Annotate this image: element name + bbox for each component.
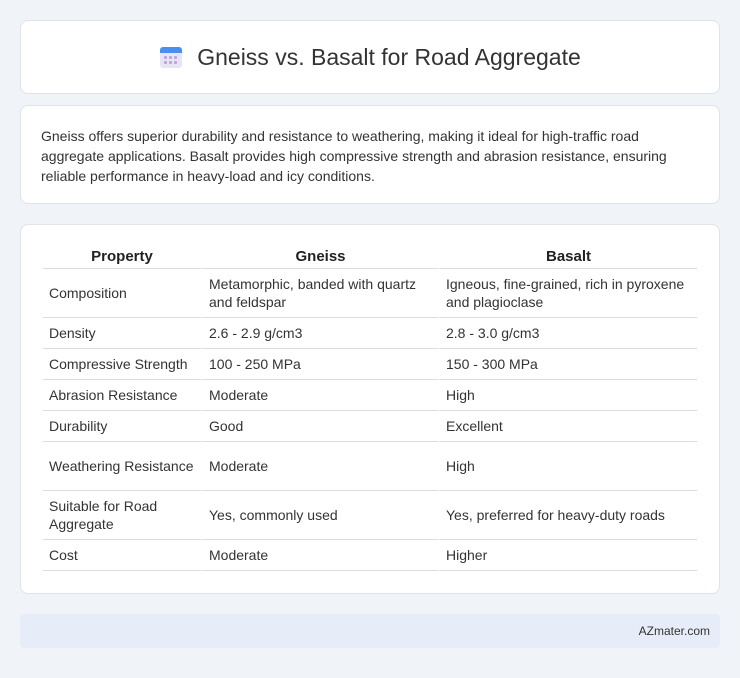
table-row: Durability Good Excellent	[43, 411, 697, 442]
basalt-cell: 150 - 300 MPa	[438, 349, 697, 380]
gneiss-cell: 2.6 - 2.9 g/cm3	[201, 318, 438, 349]
footer-brand: AZmater.com	[638, 624, 710, 638]
column-header: Property	[43, 243, 201, 269]
basalt-cell: Excellent	[438, 411, 697, 442]
gneiss-cell: 100 - 250 MPa	[201, 349, 438, 380]
gneiss-cell: Moderate	[201, 442, 438, 491]
table-header-row: Property Gneiss Basalt	[43, 243, 697, 269]
column-header: Basalt	[438, 243, 697, 269]
column-header: Gneiss	[201, 243, 438, 269]
basalt-cell: Higher	[438, 540, 697, 571]
comparison-card: Property Gneiss Basalt Composition Metam…	[20, 224, 720, 594]
title-card: Gneiss vs. Basalt for Road Aggregate	[20, 20, 720, 94]
footer: AZmater.com	[20, 614, 720, 648]
property-cell: Composition	[43, 269, 201, 318]
property-cell: Density	[43, 318, 201, 349]
basalt-cell: High	[438, 380, 697, 411]
table-row: Compressive Strength 100 - 250 MPa 150 -…	[43, 349, 697, 380]
property-cell: Cost	[43, 540, 201, 571]
gneiss-cell: Good	[201, 411, 438, 442]
gneiss-cell: Moderate	[201, 380, 438, 411]
basalt-cell: Yes, preferred for heavy-duty roads	[438, 491, 697, 540]
gneiss-cell: Yes, commonly used	[201, 491, 438, 540]
table-row: Suitable for Road Aggregate Yes, commonl…	[43, 491, 697, 540]
gneiss-cell: Moderate	[201, 540, 438, 571]
property-cell: Compressive Strength	[43, 349, 201, 380]
table-row: Cost Moderate Higher	[43, 540, 697, 571]
property-cell: Abrasion Resistance	[43, 380, 201, 411]
table-row: Abrasion Resistance Moderate High	[43, 380, 697, 411]
calendar-icon	[159, 45, 183, 69]
comparison-table: Property Gneiss Basalt Composition Metam…	[43, 243, 697, 571]
table-row: Composition Metamorphic, banded with qua…	[43, 269, 697, 318]
intro-card: Gneiss offers superior durability and re…	[20, 105, 720, 204]
property-cell: Weathering Resistance	[43, 442, 201, 491]
basalt-cell: High	[438, 442, 697, 491]
table-row: Weathering Resistance Moderate High	[43, 442, 697, 491]
basalt-cell: Igneous, fine-grained, rich in pyroxene …	[438, 269, 697, 318]
page-title: Gneiss vs. Basalt for Road Aggregate	[197, 43, 581, 70]
intro-text: Gneiss offers superior durability and re…	[41, 128, 667, 184]
property-cell: Durability	[43, 411, 201, 442]
gneiss-cell: Metamorphic, banded with quartz and feld…	[201, 269, 438, 318]
table-row: Density 2.6 - 2.9 g/cm3 2.8 - 3.0 g/cm3	[43, 318, 697, 349]
basalt-cell: 2.8 - 3.0 g/cm3	[438, 318, 697, 349]
property-cell: Suitable for Road Aggregate	[43, 491, 201, 540]
